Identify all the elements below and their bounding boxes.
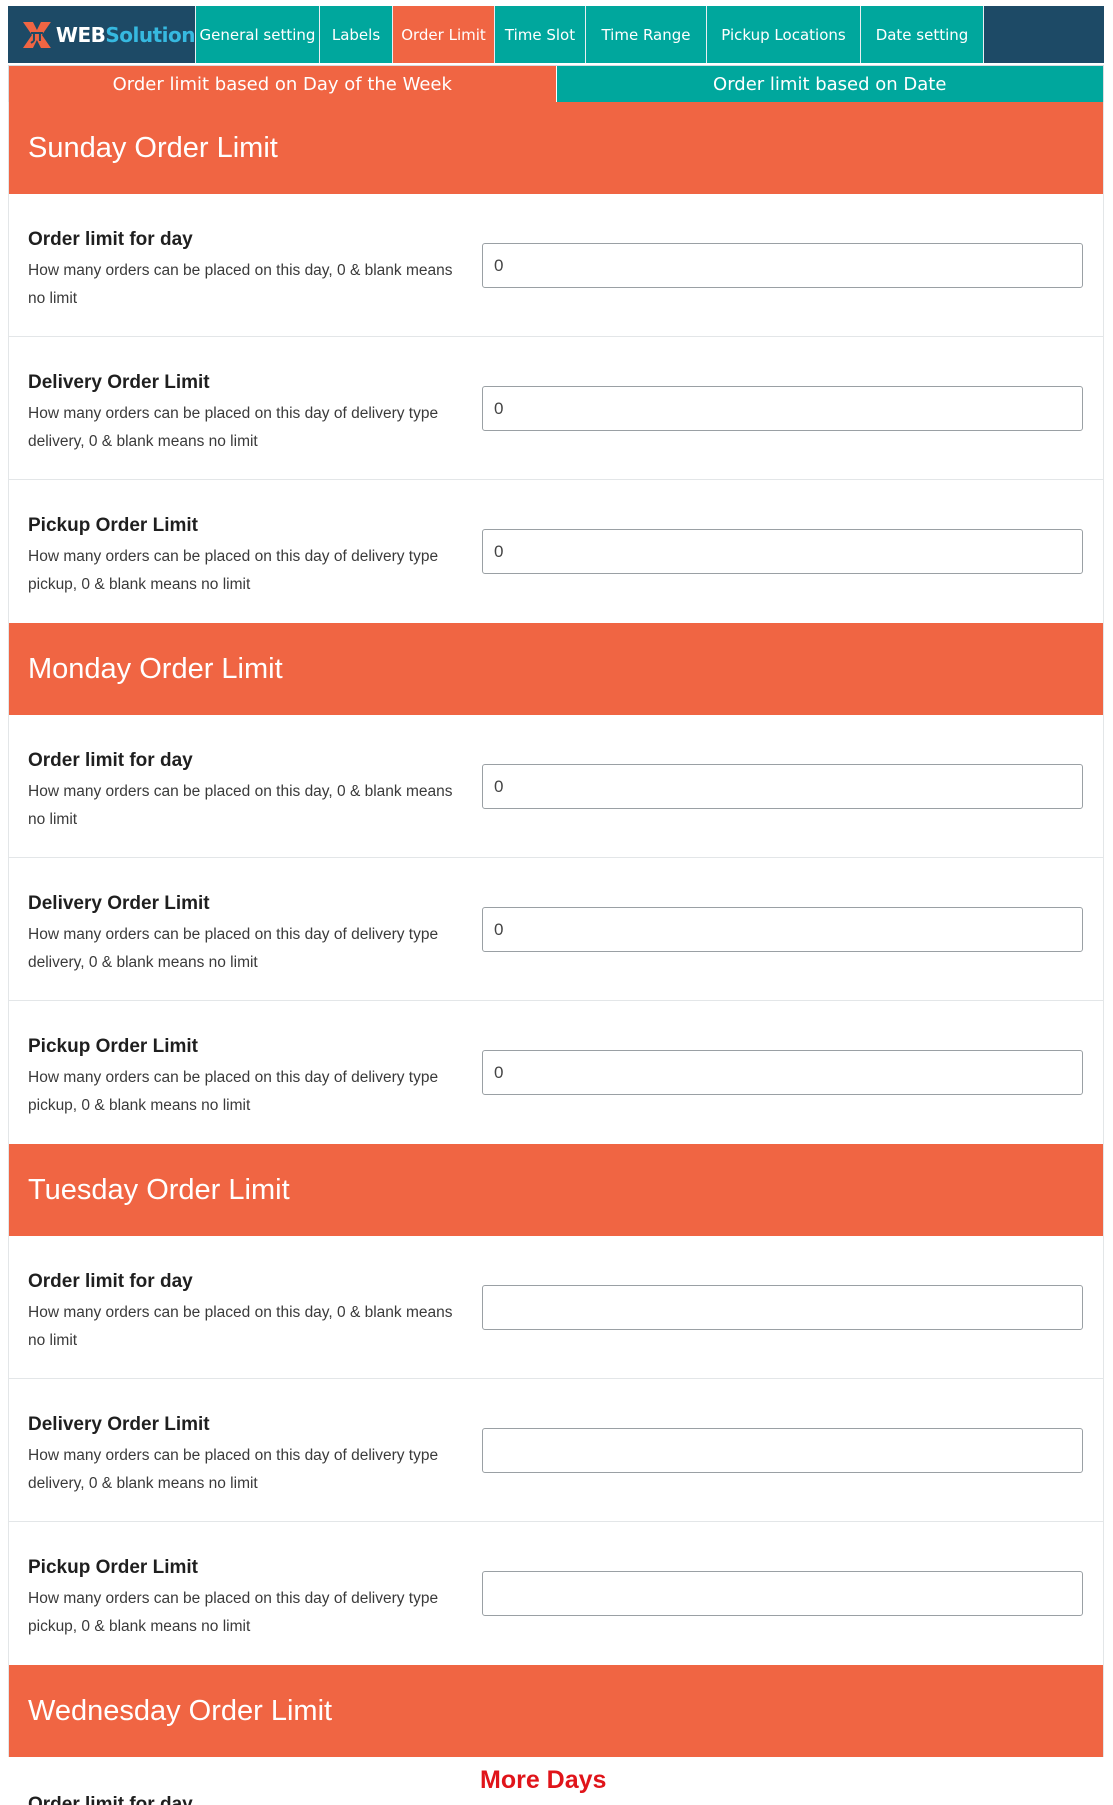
field-description: How many orders can be placed on this da… <box>28 926 439 971</box>
field-description: How many orders can be placed on this da… <box>28 405 439 450</box>
field-label: Order limit for day <box>28 1271 193 1292</box>
tuesday-order-limit-row: Order limit for day How many orders can … <box>9 1236 1103 1379</box>
order-limit-subtabs: Order limit based on Day of the Week Ord… <box>8 65 1104 103</box>
sunday-pickup-limit-row: Pickup Order Limit How many orders can b… <box>9 480 1103 623</box>
field-label: Pickup Order Limit <box>28 515 198 536</box>
sunday-pickup-limit-input[interactable] <box>482 529 1083 574</box>
order-limit-content: Sunday Order Limit Order limit for day H… <box>8 102 1104 1757</box>
monday-pickup-limit-row: Pickup Order Limit How many orders can b… <box>9 1001 1103 1144</box>
logo-solution-text: Solution <box>105 22 195 47</box>
field-description: How many orders can be placed on this da… <box>28 1590 439 1635</box>
tab-date-setting[interactable]: Date setting <box>861 6 984 63</box>
logo-wordmark: WEBSolution <box>55 22 196 47</box>
subtab-day-of-week[interactable]: Order limit based on Day of the Week <box>9 66 557 102</box>
monday-order-limit-input[interactable] <box>482 764 1083 809</box>
tuesday-section-title: Tuesday Order Limit <box>9 1144 1103 1236</box>
field-description: How many orders can be placed on this da… <box>28 1447 439 1492</box>
sunday-order-limit-row: Order limit for day How many orders can … <box>9 194 1103 337</box>
field-label: Pickup Order Limit <box>28 1557 198 1578</box>
tab-order-limit[interactable]: Order Limit <box>393 6 495 63</box>
tuesday-delivery-limit-row: Delivery Order Limit How many orders can… <box>9 1379 1103 1522</box>
field-description: How many orders can be placed on this da… <box>28 783 453 828</box>
subtab-by-date[interactable]: Order limit based on Date <box>556 66 1103 102</box>
wednesday-section-title: Wednesday Order Limit <box>9 1665 1103 1757</box>
more-days-annotation: More Days <box>480 1766 607 1795</box>
field-label: Order limit for day <box>28 229 193 250</box>
field-description: How many orders can be placed on this da… <box>28 1069 439 1114</box>
logo-icon <box>22 21 51 48</box>
tab-pickup-locations[interactable]: Pickup Locations <box>707 6 861 63</box>
tab-time-range[interactable]: Time Range <box>586 6 707 63</box>
tuesday-pickup-limit-input[interactable] <box>482 1571 1083 1616</box>
tuesday-pickup-limit-row: Pickup Order Limit How many orders can b… <box>9 1522 1103 1665</box>
tab-general-setting[interactable]: General setting <box>196 6 320 63</box>
field-label: Pickup Order Limit <box>28 1036 198 1057</box>
tab-time-slot[interactable]: Time Slot <box>495 6 586 63</box>
wednesday-order-limit-label: Order limit for day <box>28 1794 193 1805</box>
tab-labels[interactable]: Labels <box>320 6 393 63</box>
sunday-order-limit-input[interactable] <box>482 243 1083 288</box>
monday-pickup-limit-input[interactable] <box>482 1050 1083 1095</box>
monday-order-limit-row: Order limit for day How many orders can … <box>9 715 1103 858</box>
monday-delivery-limit-row: Delivery Order Limit How many orders can… <box>9 858 1103 1001</box>
field-label: Delivery Order Limit <box>28 372 210 393</box>
order-limit-settings-page: WEBSolution General setting Labels Order… <box>0 0 1113 1805</box>
logo-web-text: WEB <box>55 22 106 47</box>
sunday-section-title: Sunday Order Limit <box>9 102 1103 194</box>
sunday-delivery-limit-input[interactable] <box>482 386 1083 431</box>
field-label: Delivery Order Limit <box>28 893 210 914</box>
monday-delivery-limit-input[interactable] <box>482 907 1083 952</box>
websolution-logo: WEBSolution <box>8 6 196 63</box>
monday-section-title: Monday Order Limit <box>9 623 1103 715</box>
field-label: Order limit for day <box>28 750 193 771</box>
tuesday-delivery-limit-input[interactable] <box>482 1428 1083 1473</box>
tuesday-order-limit-input[interactable] <box>482 1285 1083 1330</box>
top-navigation: WEBSolution General setting Labels Order… <box>8 6 1104 63</box>
field-description: How many orders can be placed on this da… <box>28 262 453 307</box>
field-label: Delivery Order Limit <box>28 1414 210 1435</box>
field-description: How many orders can be placed on this da… <box>28 1304 453 1349</box>
field-description: How many orders can be placed on this da… <box>28 548 439 593</box>
sunday-delivery-limit-row: Delivery Order Limit How many orders can… <box>9 337 1103 480</box>
